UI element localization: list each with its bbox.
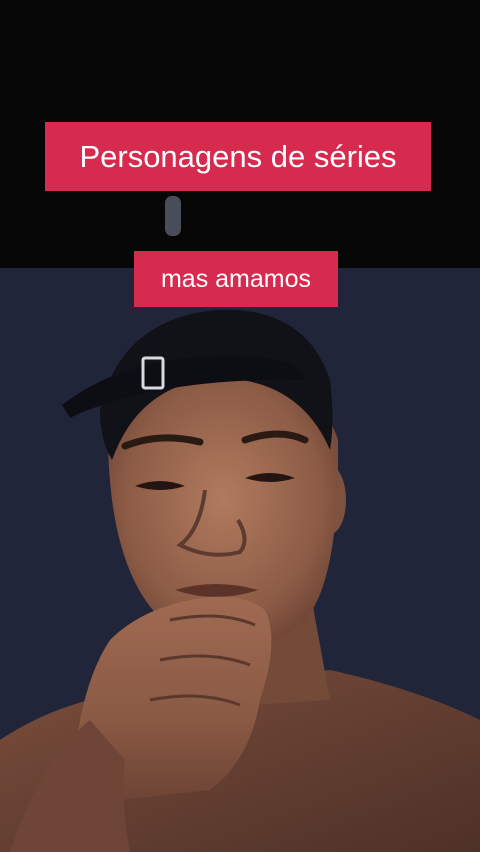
caption-top: Personagens de séries [45, 122, 431, 191]
ceiling-fixture [165, 196, 181, 236]
caption-bottom: mas amamos [134, 251, 338, 307]
caption-bottom-text: mas amamos [160, 264, 312, 293]
video-stage[interactable]: Personagens de séries mas amamos [0, 0, 480, 852]
caption-top-text: Personagens de séries [79, 138, 397, 174]
